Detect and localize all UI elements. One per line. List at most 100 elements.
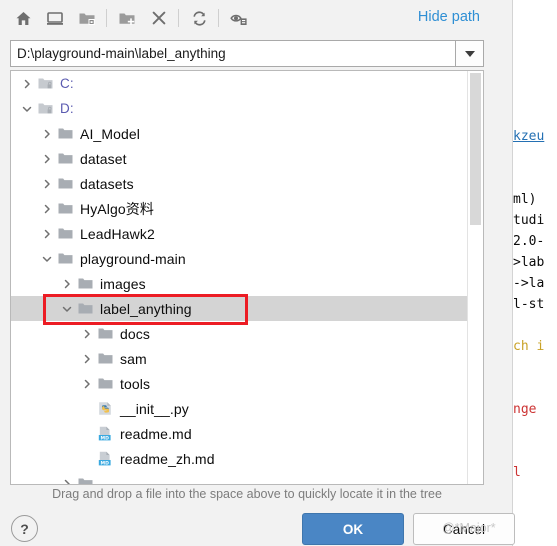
markdown-file-icon: MD <box>95 421 115 446</box>
chevron-down-icon[interactable] <box>59 296 75 321</box>
chevron-right-icon[interactable] <box>19 71 35 96</box>
folder-icon <box>55 146 75 171</box>
chevron-right-icon[interactable] <box>79 371 95 396</box>
toolbar-separator <box>218 9 219 27</box>
tree-row[interactable]: D: <box>11 96 469 121</box>
code-line: l <box>513 465 521 480</box>
toolbar-separator <box>106 9 107 27</box>
tree-row[interactable]: playground-main <box>11 246 469 271</box>
tree-row[interactable]: datasets <box>11 171 469 196</box>
ok-button[interactable]: OK <box>302 513 404 545</box>
code-line: nge <box>513 402 537 417</box>
tree-row[interactable]: sam <box>11 346 469 371</box>
tree-row[interactable]: MD readme.md <box>11 421 469 446</box>
home-icon[interactable] <box>10 6 36 30</box>
folder-icon <box>95 371 115 396</box>
chevron-right-icon[interactable] <box>39 171 55 196</box>
tree-row[interactable]: tools <box>11 371 469 396</box>
tree-row[interactable]: __init__.py <box>11 396 469 421</box>
drag-drop-hint: Drag and drop a file into the space abov… <box>52 487 442 501</box>
tree-row-label: label_anything <box>100 300 192 317</box>
folder-icon <box>55 171 75 196</box>
folder-icon <box>95 346 115 371</box>
show-hidden-icon[interactable] <box>226 6 252 30</box>
drive-folder-icon <box>35 71 55 96</box>
tree-row[interactable]: LeadHawk2 <box>11 221 469 246</box>
chevron-right-icon[interactable] <box>39 221 55 246</box>
folder-icon <box>55 221 75 246</box>
code-line: 2.0- <box>513 234 545 249</box>
code-line: ->la <box>513 276 545 291</box>
tree-row[interactable] <box>11 471 469 484</box>
tree-row-label: readme_zh.md <box>120 450 215 467</box>
chevron-right-icon[interactable] <box>39 196 55 221</box>
chevron-right-icon[interactable] <box>59 271 75 296</box>
tree-row-label: sam <box>120 350 147 367</box>
tree-row-label: readme.md <box>120 425 192 442</box>
editor-gutter <box>494 0 513 546</box>
svg-text:MD: MD <box>100 460 109 466</box>
dialog-toolbar: Hide path <box>0 0 494 36</box>
cancel-button[interactable]: Cancel <box>413 513 515 545</box>
hide-path-link[interactable]: Hide path <box>418 9 480 25</box>
tree-row-label: docs <box>120 325 150 342</box>
chevron-down-icon[interactable] <box>39 246 55 271</box>
tree-row-label: HyAlgo资料 <box>80 200 154 217</box>
tree-scrollbar-thumb[interactable] <box>470 73 481 225</box>
tree-row[interactable]: C: <box>11 71 469 96</box>
chevron-right-icon[interactable] <box>79 346 95 371</box>
help-button[interactable]: ? <box>11 515 38 542</box>
directory-tree[interactable]: C: D: AI_Modeldataset datasets HyAlgo资料 LeadH… <box>11 71 469 484</box>
chevron-down-icon <box>464 50 475 57</box>
tree-row-label: datasets <box>80 175 134 192</box>
tree-row[interactable]: MD readme_zh.md <box>11 446 469 471</box>
tree-row-label: AI_Model <box>80 125 140 142</box>
tree-row[interactable]: AI_Model <box>11 121 469 146</box>
tree-row-label: C: <box>60 76 74 91</box>
markdown-file-icon: MD <box>95 446 115 471</box>
tree-row[interactable]: docs <box>11 321 469 346</box>
tree-row[interactable]: dataset <box>11 146 469 171</box>
refresh-icon[interactable] <box>186 6 212 30</box>
editor-code-sliver: kzeu ml) tudi 2.0- >lab ->la l-st ch i nge l <box>513 0 557 546</box>
folder-icon <box>55 246 75 271</box>
chevron-right-icon[interactable] <box>39 146 55 171</box>
desktop-icon[interactable] <box>42 6 68 30</box>
folder-icon <box>55 121 75 146</box>
tree-row-selected[interactable]: label_anything <box>11 296 469 321</box>
code-line: l-st <box>513 297 545 312</box>
path-input[interactable] <box>10 40 455 67</box>
code-line: tudi <box>513 213 545 228</box>
tree-row-label: images <box>100 275 146 292</box>
chevron-right-icon[interactable] <box>39 121 55 146</box>
tree-row[interactable]: HyAlgo资料 <box>11 196 469 221</box>
tree-row-label: playground-main <box>80 250 186 267</box>
directory-tree-panel: C: D: AI_Modeldataset datasets HyAlgo资料 LeadH… <box>10 70 484 485</box>
new-folder-icon[interactable] <box>114 6 140 30</box>
tree-row[interactable]: images <box>11 271 469 296</box>
path-dropdown-button[interactable] <box>455 40 484 67</box>
tree-vertical-scrollbar[interactable] <box>467 71 483 484</box>
chevron-right-icon[interactable] <box>79 321 95 346</box>
tree-row-label: tools <box>120 375 151 392</box>
tree-row-label: LeadHawk2 <box>80 225 155 242</box>
delete-icon[interactable] <box>146 6 172 30</box>
chevron-right-icon[interactable] <box>59 471 75 484</box>
project-folder-icon[interactable] <box>74 6 100 30</box>
chevron-down-icon[interactable] <box>19 96 35 121</box>
